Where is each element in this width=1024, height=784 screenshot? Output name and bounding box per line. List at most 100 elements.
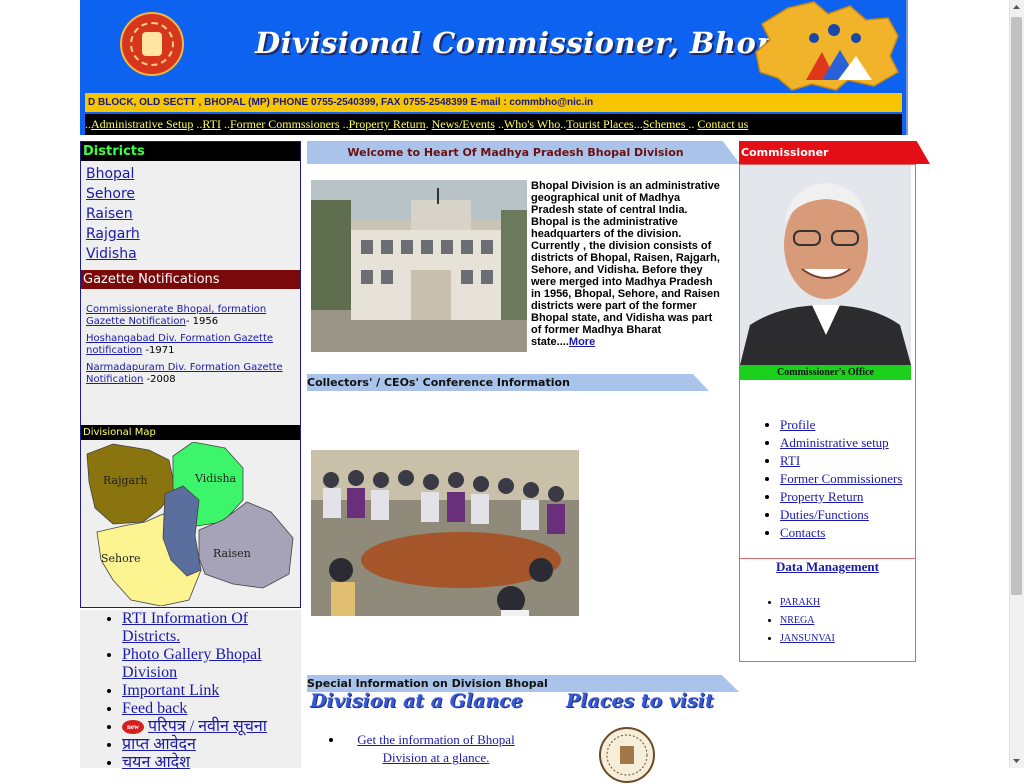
nav-separator: .. <box>193 117 203 131</box>
data-management-heading: Data Management <box>739 559 916 575</box>
district-link-raisen[interactable]: Raisen <box>86 204 140 224</box>
list-item: Get the information of Bhopal Division a… <box>344 731 528 767</box>
list-item: Feed back <box>122 700 301 718</box>
contacts-link[interactable]: Contacts <box>780 525 826 540</box>
divisional-map-heading: Divisional Map <box>81 425 300 440</box>
list-item: RTI Information Of Districts. <box>122 610 301 646</box>
list-item: NREGA <box>780 612 835 630</box>
district-link-bhopal[interactable]: Bhopal <box>86 164 140 184</box>
header-border <box>906 0 908 135</box>
duties-functions-link[interactable]: Duties/Functions <box>780 507 869 522</box>
more-link[interactable]: More <box>569 336 595 348</box>
nav-former-commissioners[interactable]: Former Commssioners <box>230 117 340 131</box>
divisional-map[interactable]: Rajgarh Vidisha Sehore Raisen <box>83 442 298 606</box>
scroll-down-arrow-icon[interactable] <box>1009 753 1024 768</box>
districts-list: Bhopal Sehore Raisen Rajgarh Vidisha <box>86 164 140 264</box>
list-item: RTI <box>780 452 902 470</box>
rti-link[interactable]: RTI <box>780 453 800 468</box>
left-links-panel: RTI Information Of Districts. Photo Gall… <box>80 610 301 771</box>
mp-state-map-logo <box>755 1 899 91</box>
tourism-seal-icon[interactable] <box>598 726 656 784</box>
nav-news-events[interactable]: News/Events <box>432 117 495 131</box>
gazette-year: -1971 <box>142 345 175 356</box>
list-item: Profile <box>780 416 902 434</box>
contact-strip: D BLOCK, OLD SECTT , BHOPAL (MP) PHONE 0… <box>85 93 902 112</box>
nav-property-return[interactable]: Property Return <box>349 117 426 131</box>
mp-emblem-logo <box>120 12 184 76</box>
gazette-list: Commissionerate Bhopal, formation Gazett… <box>86 304 296 391</box>
glance-link-block: Get the information of Bhopal Division a… <box>328 731 528 767</box>
map-label-raisen: Raisen <box>213 547 251 560</box>
paripatra-link[interactable]: परिपत्र / नवीन सूचना <box>148 718 267 735</box>
gazette-item: Commissionerate Bhopal, formation Gazett… <box>86 304 296 328</box>
map-label-vidisha: Vidisha <box>194 472 237 485</box>
commissioner-links: Profile Administrative setup RTI Former … <box>760 416 902 542</box>
nav-separator: ... <box>633 117 643 131</box>
nrega-link[interactable]: NREGA <box>780 615 814 626</box>
administrative-setup-link[interactable]: Administrative setup <box>780 435 889 450</box>
list-item: Former Commissioners <box>780 470 902 488</box>
district-link-sehore[interactable]: Sehore <box>86 184 140 204</box>
nav-separator: .. <box>688 117 698 131</box>
top-navigation: ..Administrative Setup ..RTI ..Former Co… <box>85 114 902 135</box>
welcome-heading: Welcome to Heart Of Madhya Pradesh Bhopa… <box>347 146 684 159</box>
gazette-heading: Gazette Notifications <box>81 270 300 289</box>
intro-paragraph: Bhopal Division is an administrative geo… <box>531 180 723 348</box>
list-item: प्राप्त आवेदन <box>122 736 301 754</box>
important-link[interactable]: Important Link <box>122 682 219 699</box>
district-link-vidisha[interactable]: Vidisha <box>86 244 140 264</box>
feedback-link[interactable]: Feed back <box>122 700 187 717</box>
list-item: चयन आदेश <box>122 754 301 772</box>
map-label-sehore: Sehore <box>101 552 141 565</box>
conference-photo[interactable] <box>311 450 579 616</box>
bhopal-building-photo <box>311 180 527 352</box>
former-commissioners-link[interactable]: Former Commissioners <box>780 471 902 486</box>
nav-separator: .. <box>220 117 230 131</box>
map-label-rajgarh: Rajgarh <box>103 474 147 487</box>
nav-whos-who[interactable]: Who's Who <box>504 117 560 131</box>
nav-rti[interactable]: RTI <box>202 117 221 131</box>
nav-contact-us[interactable]: Contact us <box>697 117 748 131</box>
districts-heading: Districts <box>81 142 300 161</box>
list-item: new परिपत्र / नवीन सूचना <box>122 718 301 736</box>
scroll-up-arrow-icon[interactable] <box>1009 0 1024 15</box>
new-badge-icon: new <box>122 720 144 735</box>
gazette-item: Hoshangabad Div. Formation Gazette notif… <box>86 333 296 357</box>
district-link-rajgarh[interactable]: Rajgarh <box>86 224 140 244</box>
list-item: Property Return <box>780 488 902 506</box>
site-header: Divisional Commissioner, Bhopal D BLOCK,… <box>80 0 908 135</box>
site-title: Divisional Commissioner, Bhopal <box>255 26 808 60</box>
list-item: Administrative setup <box>780 434 902 452</box>
rti-information-link[interactable]: RTI Information Of Districts. <box>122 610 248 645</box>
photo-gallery-link[interactable]: Photo Gallery Bhopal Division <box>122 646 262 681</box>
chayan-aadesh-link[interactable]: चयन आदेश <box>122 754 190 771</box>
data-management-link[interactable]: Data Management <box>776 559 879 574</box>
division-glance-link[interactable]: Get the information of Bhopal Division a… <box>357 732 514 765</box>
gazette-year: -2008 <box>143 374 176 385</box>
profile-link[interactable]: Profile <box>780 417 815 432</box>
data-management-links: PARAKH NREGA JANSUNVAI <box>760 594 835 648</box>
nav-tourist-places[interactable]: Tourist Places <box>566 117 633 131</box>
list-item: Duties/Functions <box>780 506 902 524</box>
places-to-visit-title: Places to visit <box>566 690 714 712</box>
gazette-link-hoshangabad[interactable]: Hoshangabad Div. Formation Gazette notif… <box>86 333 273 356</box>
gazette-link-bhopal[interactable]: Commissionerate Bhopal, formation Gazett… <box>86 304 266 327</box>
left-links-list: RTI Information Of Districts. Photo Gall… <box>80 610 301 772</box>
scrollbar-thumb[interactable] <box>1011 17 1022 595</box>
list-item: Important Link <box>122 682 301 700</box>
list-item: Contacts <box>780 524 902 542</box>
nav-schemes[interactable]: Schemes <box>643 117 689 131</box>
nav-separator: .. <box>494 117 504 131</box>
gazette-link-narmadapuram[interactable]: Narmadapuram Div. Formation Gazette Noti… <box>86 362 283 385</box>
collectors-heading: Collectors' / CEOs' Conference Informati… <box>307 376 570 389</box>
intro-text: Bhopal Division is an administrative geo… <box>531 180 720 348</box>
commissioners-office-label: Commissioner's Office <box>740 365 911 380</box>
gazette-year: - 1956 <box>185 316 219 327</box>
jansunvai-link[interactable]: JANSUNVAI <box>780 633 835 644</box>
prapt-aavedan-link[interactable]: प्राप्त आवेदन <box>122 736 196 753</box>
nav-administrative-setup[interactable]: Administrative Setup <box>91 117 193 131</box>
property-return-link[interactable]: Property Return <box>780 489 863 504</box>
list-item: Photo Gallery Bhopal Division <box>122 646 301 682</box>
left-sidebar: Districts Bhopal Sehore Raisen Rajgarh V… <box>80 141 301 608</box>
parakh-link[interactable]: PARAKH <box>780 597 820 608</box>
